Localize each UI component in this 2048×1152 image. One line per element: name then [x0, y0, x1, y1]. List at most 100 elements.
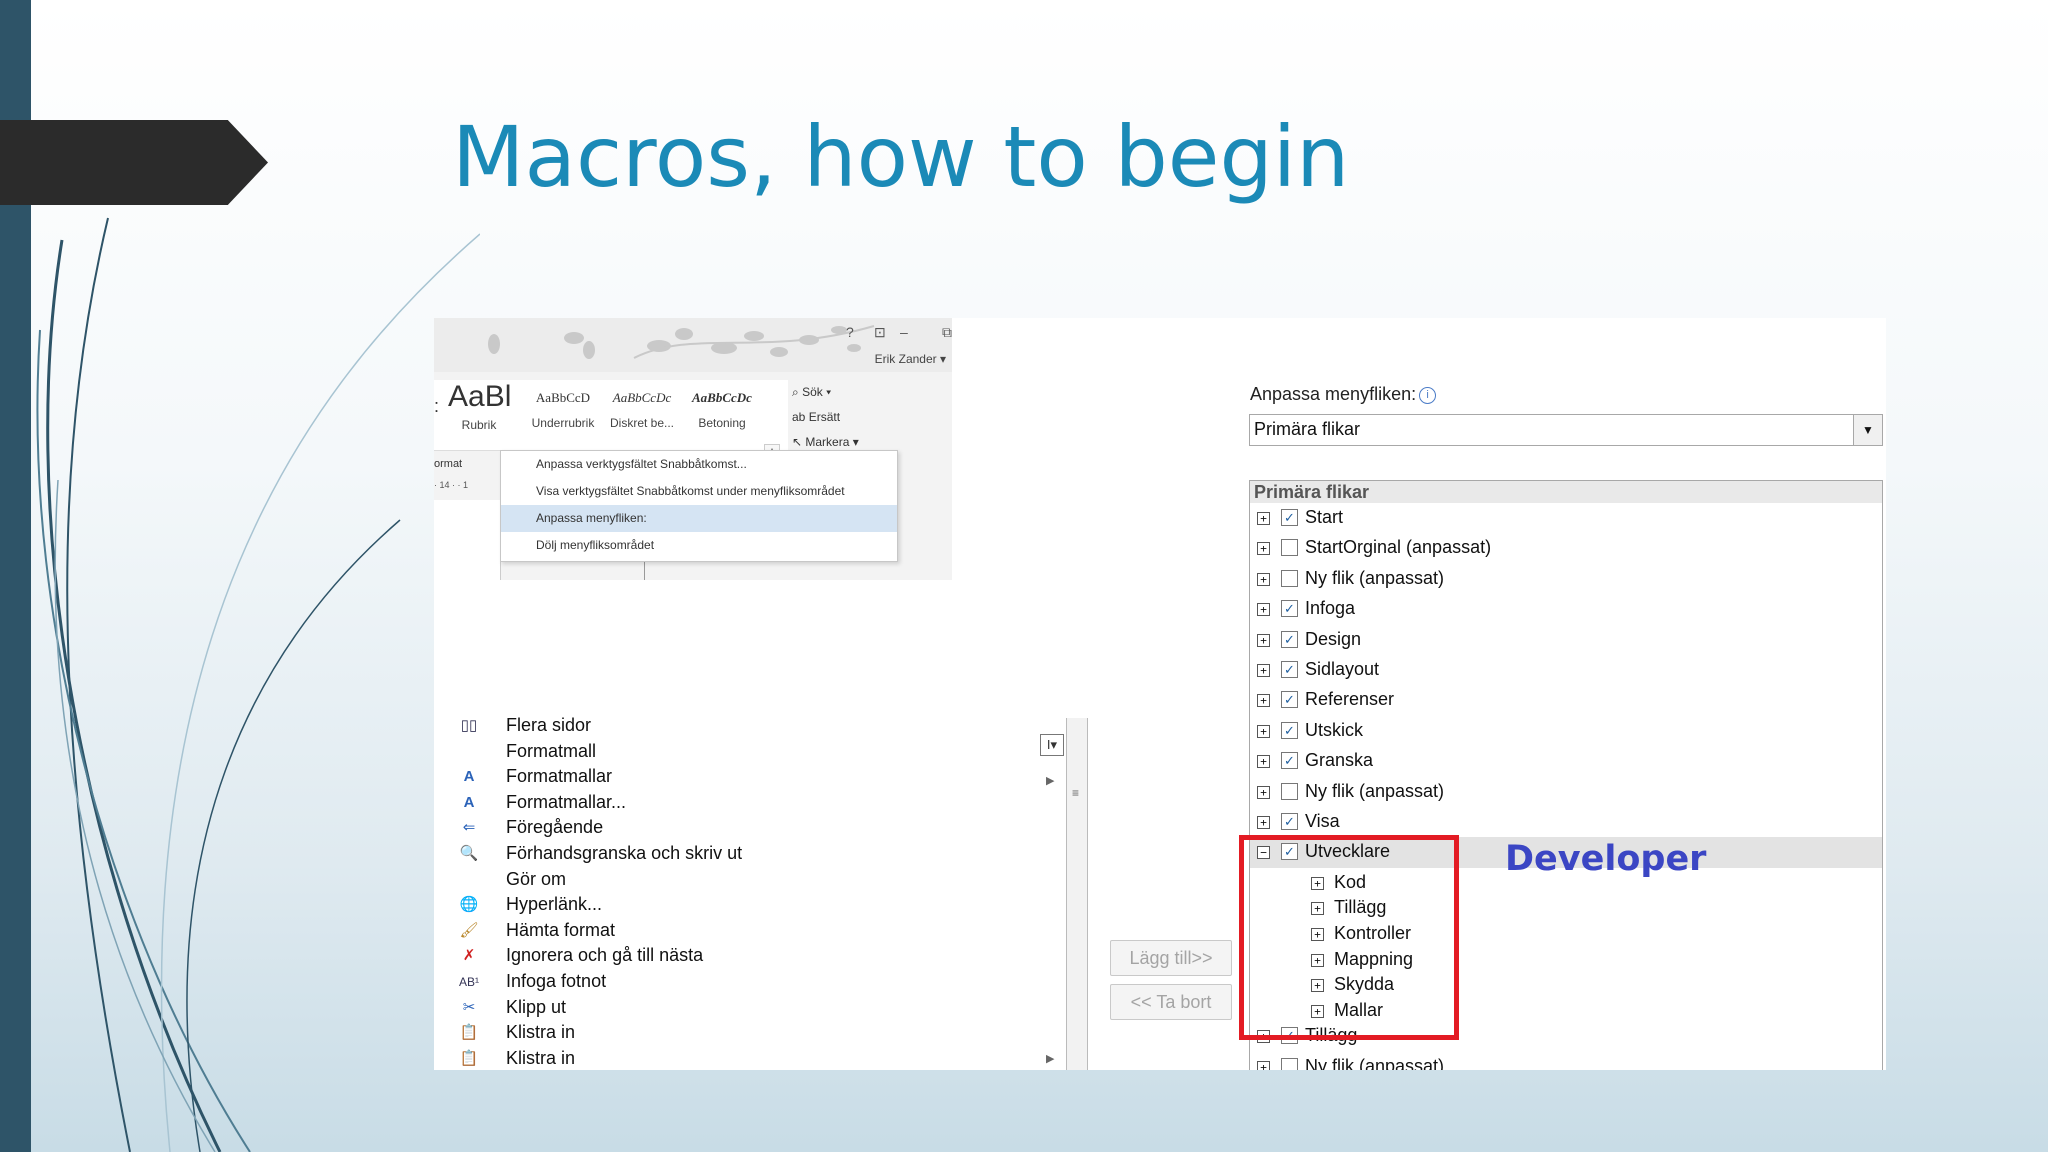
tree-tab-item[interactable]: + ✓ Sidlayout	[1250, 655, 1882, 685]
format-painter-icon: 🖌	[459, 921, 479, 939]
tab-checkbox[interactable]: ✓	[1281, 661, 1298, 678]
ribbon-display-icon[interactable]: ⊡	[874, 324, 886, 341]
tree-tab-item[interactable]: + ✓ Granska	[1250, 746, 1882, 776]
ruler: · 14 · · 1	[434, 480, 469, 490]
tree-item-label: Design	[1305, 628, 1362, 649]
binoculars-icon: ⌕	[792, 385, 803, 399]
hyperlink-icon: 🌐	[459, 896, 479, 914]
expand-icon[interactable]: +	[1257, 512, 1270, 525]
tab-checkbox[interactable]: ✓	[1281, 600, 1298, 618]
paste-icon: 📋	[459, 1049, 479, 1067]
tree-item-label: Ny flik (anpassat)	[1305, 780, 1445, 801]
expand-icon[interactable]: +	[1257, 694, 1270, 708]
tree-tab-item[interactable]: + Ny flik (anpassat)	[1250, 1052, 1882, 1070]
print-preview-icon: 🔍	[459, 844, 479, 862]
ribbon-tabs-dropdown[interactable]: Primära flikar ▼	[1249, 414, 1883, 446]
tree-item-label: Visa	[1305, 811, 1340, 831]
tab-checkbox[interactable]: ✓	[1281, 691, 1298, 709]
tab-checkbox[interactable]: ✓	[1281, 509, 1298, 526]
tree-item-label: Ny flik (anpassat)	[1305, 567, 1445, 588]
style-underrubrik[interactable]: AaBbCcD Underrubrik	[526, 380, 600, 430]
tab-checkbox[interactable]	[1281, 539, 1298, 557]
tree-tab-item[interactable]: + StartOrginal (anpassat)	[1250, 533, 1882, 563]
menu-item-customize-ribbon[interactable]: Anpassa menyfliken:	[501, 505, 897, 532]
style-betoning[interactable]: AaBbCcDc Betoning	[684, 380, 760, 430]
tab-checkbox[interactable]: ✓	[1281, 630, 1298, 648]
tab-checkbox[interactable]	[1281, 1057, 1298, 1070]
expand-icon[interactable]: +	[1257, 755, 1270, 769]
list-splitter[interactable]: ≡	[1066, 718, 1088, 1070]
minimize-icon[interactable]: –	[900, 324, 908, 340]
ignore-icon: ✗	[462, 947, 476, 965]
highlight-box	[1239, 835, 1459, 1040]
manage-styles-icon: A	[463, 793, 475, 811]
tree-item-label: Referenser	[1305, 689, 1395, 710]
tab-checkbox[interactable]	[1281, 782, 1298, 800]
expand-icon[interactable]: +	[1257, 542, 1270, 556]
expand-icon[interactable]: +	[1257, 1060, 1270, 1070]
expand-icon[interactable]: +	[1257, 633, 1270, 647]
chevron-down-icon[interactable]: ▼	[1853, 415, 1882, 445]
ribbon-titlebar: ? ⊡ – ⧉ Erik Zander ▾	[434, 318, 952, 372]
tree-tab-item[interactable]: + Ny flik (anpassat)	[1250, 564, 1882, 594]
gallery-edge-icon: :	[434, 396, 440, 416]
tree-tab-item[interactable]: + ✓ Design	[1250, 625, 1882, 655]
info-icon[interactable]: i	[1419, 386, 1437, 404]
developer-annotation: Developer	[1505, 839, 1707, 879]
style-diskret-betoning[interactable]: AaBbCcDc Diskret be...	[606, 380, 678, 430]
paste-icon: 📋	[459, 1024, 479, 1042]
submenu-arrow-icon: ▶	[1046, 775, 1055, 787]
footnote-icon: AB¹	[458, 974, 479, 989]
submenu-arrow-icon: ▶	[1046, 1053, 1055, 1065]
tab-checkbox[interactable]	[1281, 569, 1298, 587]
expand-icon[interactable]: +	[1257, 816, 1270, 829]
tree-tab-item[interactable]: + ✓ Utskick	[1250, 716, 1882, 746]
menu-item-collapse-ribbon[interactable]: Dölj menyfliksområdet	[501, 532, 897, 559]
replace-button[interactable]: ab Ersätt	[792, 405, 912, 430]
styles-gallery: : AaBl Rubrik AaBbCcD Underrubrik AaBbCc…	[434, 380, 788, 506]
expand-icon[interactable]: +	[1257, 785, 1270, 799]
ribbon-context-menu: Anpassa verktygsfältet Snabbåtkomst... V…	[500, 450, 898, 562]
user-name[interactable]: Erik Zander ▾	[875, 352, 946, 366]
previous-icon: ⇐	[462, 819, 476, 837]
expand-icon[interactable]: +	[1257, 724, 1270, 738]
expand-icon[interactable]: +	[1257, 603, 1270, 617]
expand-icon[interactable]: +	[1257, 572, 1270, 586]
tree-tab-item[interactable]: + Ny flik (anpassat)	[1250, 777, 1882, 807]
tree-tab-item[interactable]: + ✓ Infoga	[1250, 594, 1882, 624]
text-cursor-icon[interactable]: I▾	[1040, 734, 1064, 756]
word-screenshot: ? ⊡ – ⧉ Erik Zander ▾ : AaBl Rubrik AaBb…	[434, 318, 1886, 1070]
styles-icon: A	[463, 768, 475, 786]
add-button[interactable]: Lägg till>>	[1110, 940, 1232, 976]
tree-item-label: Infoga	[1305, 598, 1356, 619]
help-icon[interactable]: ?	[846, 324, 854, 340]
expand-icon[interactable]: +	[1257, 664, 1270, 677]
replace-icon: ab	[792, 410, 809, 424]
tree-item-label: StartOrginal (anpassat)	[1305, 537, 1492, 558]
tree-item-label: Ny flik (anpassat)	[1305, 1055, 1445, 1070]
cursor-select-icon: ↖	[792, 435, 806, 449]
customize-ribbon-label: Anpassa menyfliken: i	[1250, 384, 1437, 405]
tree-item-label: Start	[1305, 507, 1344, 527]
grip-icon: ≡	[1072, 786, 1080, 800]
tab-checkbox[interactable]: ✓	[1281, 721, 1298, 739]
tree-tab-item[interactable]: + ✓ Referenser	[1250, 685, 1882, 715]
restore-icon[interactable]: ⧉	[942, 324, 952, 341]
tree-header: Primära flikar	[1250, 481, 1882, 503]
remove-button[interactable]: << Ta bort	[1110, 984, 1232, 1020]
tree-tab-item[interactable]: + ✓ Start	[1250, 503, 1882, 533]
menu-item-show-quick-access-below[interactable]: Visa verktygsfältet Snabbåtkomst under m…	[501, 478, 897, 505]
page-edge	[644, 560, 645, 580]
ribbon-fragment: ? ⊡ – ⧉ Erik Zander ▾ : AaBl Rubrik AaBb…	[434, 318, 952, 580]
multiple-pages-icon: ▯▯	[460, 717, 478, 734]
format-group-label: ormat	[434, 458, 463, 470]
tab-checkbox[interactable]: ✓	[1281, 752, 1298, 770]
tab-checkbox[interactable]: ✓	[1281, 813, 1298, 830]
menu-item-customize-quick-access[interactable]: Anpassa verktygsfältet Snabbåtkomst...	[501, 451, 897, 478]
decorative-curves	[36, 217, 480, 1152]
find-button[interactable]: ⌕ Sök ▾	[792, 380, 912, 405]
tree-tab-item[interactable]: + ✓ Visa	[1250, 807, 1882, 837]
slide-title: Macros, how to begin	[452, 108, 1350, 206]
style-rubrik[interactable]: AaBl Rubrik	[448, 380, 511, 432]
editing-group: ⌕ Sök ▾ ab Ersätt ↖ Markera ▾	[792, 380, 912, 455]
